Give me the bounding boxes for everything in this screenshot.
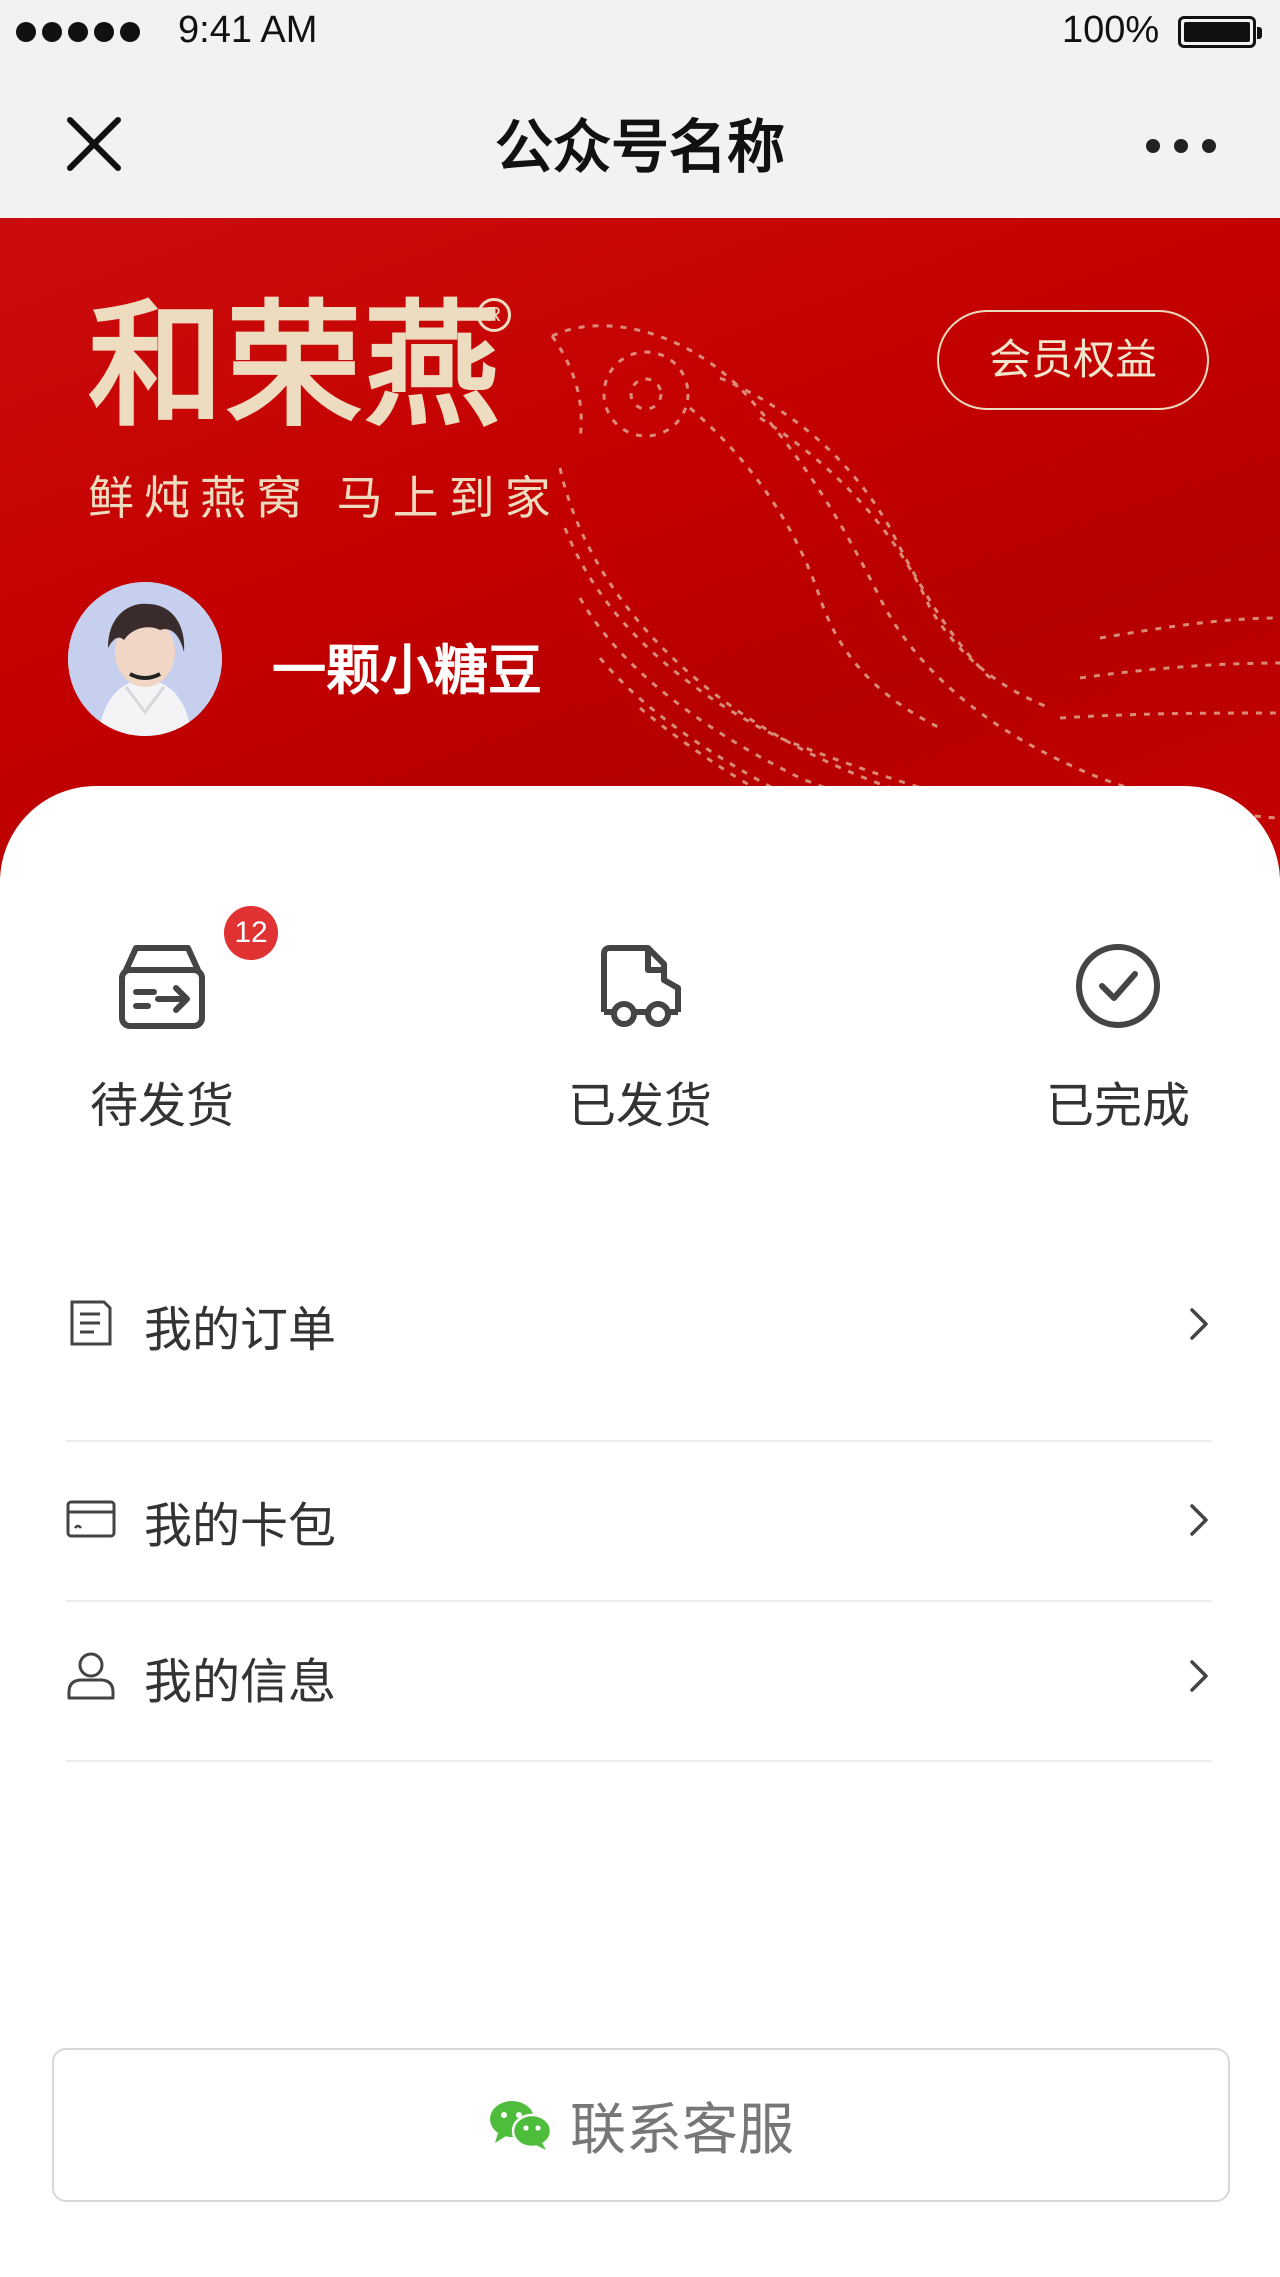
avatar-image [68, 582, 222, 736]
menu-item-my-orders[interactable]: 我的订单 [66, 1230, 1212, 1442]
contact-customer-service-button[interactable]: 联系客服 [52, 2048, 1230, 2202]
status-completed[interactable]: 已完成 [1018, 936, 1218, 1136]
customer-service-label: 联系客服 [570, 2097, 794, 2163]
status-pending-shipment[interactable]: 12 待发货 [62, 906, 278, 1136]
nav-bar: 公众号名称 [0, 64, 1280, 218]
wechat-icon [490, 2101, 552, 2150]
box-send-icon [119, 945, 205, 1029]
menu-item-label: 我的订单 [144, 1302, 337, 1358]
menu-item-my-cards[interactable]: 我的卡包 [66, 1442, 1212, 1602]
menu-item-my-info[interactable]: 我的信息 [66, 1602, 1212, 1762]
pending-count-badge: 12 [224, 906, 278, 960]
truck-icon [601, 945, 681, 1027]
username: 一颗小糖豆 [272, 639, 542, 702]
chevron-right-icon [1190, 1308, 1208, 1340]
brand-slogan: 鲜炖燕窝 马上到家 [88, 471, 561, 525]
status-shipped[interactable]: 已发货 [540, 936, 740, 1136]
content-panel: 12 待发货 已发货 已完成 我的订单 我的卡包 我的信息 联系客服 [0, 786, 1280, 2277]
card-icon [66, 1500, 116, 1538]
status-label: 待发货 [89, 1078, 234, 1134]
member-benefits-button[interactable]: 会员权益 [937, 310, 1209, 410]
document-icon [70, 1300, 112, 1346]
signal-icon [16, 22, 140, 42]
brand-logo: 和荣燕 [88, 286, 502, 446]
avatar[interactable] [68, 582, 222, 736]
registered-mark: R [477, 298, 511, 332]
status-bar: 9:41 AM 100% [0, 0, 1280, 64]
battery-icon [1178, 16, 1262, 48]
check-circle-icon [1076, 944, 1160, 1028]
user-icon [67, 1652, 115, 1700]
menu-item-label: 我的卡包 [144, 1498, 337, 1554]
more-icon[interactable] [1146, 139, 1216, 153]
chevron-right-icon [1190, 1504, 1208, 1536]
order-status-row: 12 待发货 已发货 已完成 [0, 786, 1280, 1146]
menu-item-label: 我的信息 [144, 1654, 337, 1710]
status-label: 已发货 [567, 1078, 712, 1134]
chevron-right-icon [1190, 1660, 1208, 1692]
page-title: 公众号名称 [494, 113, 785, 181]
status-time: 9:41 AM [178, 9, 318, 51]
member-header-banner: 和荣燕 R 鲜炖燕窝 马上到家 会员权益 一颗小糖豆 [0, 218, 1280, 878]
status-label: 已完成 [1045, 1078, 1190, 1134]
battery-percentage: 100% [1062, 9, 1160, 51]
menu-list: 我的订单 我的卡包 我的信息 [66, 1230, 1212, 1762]
